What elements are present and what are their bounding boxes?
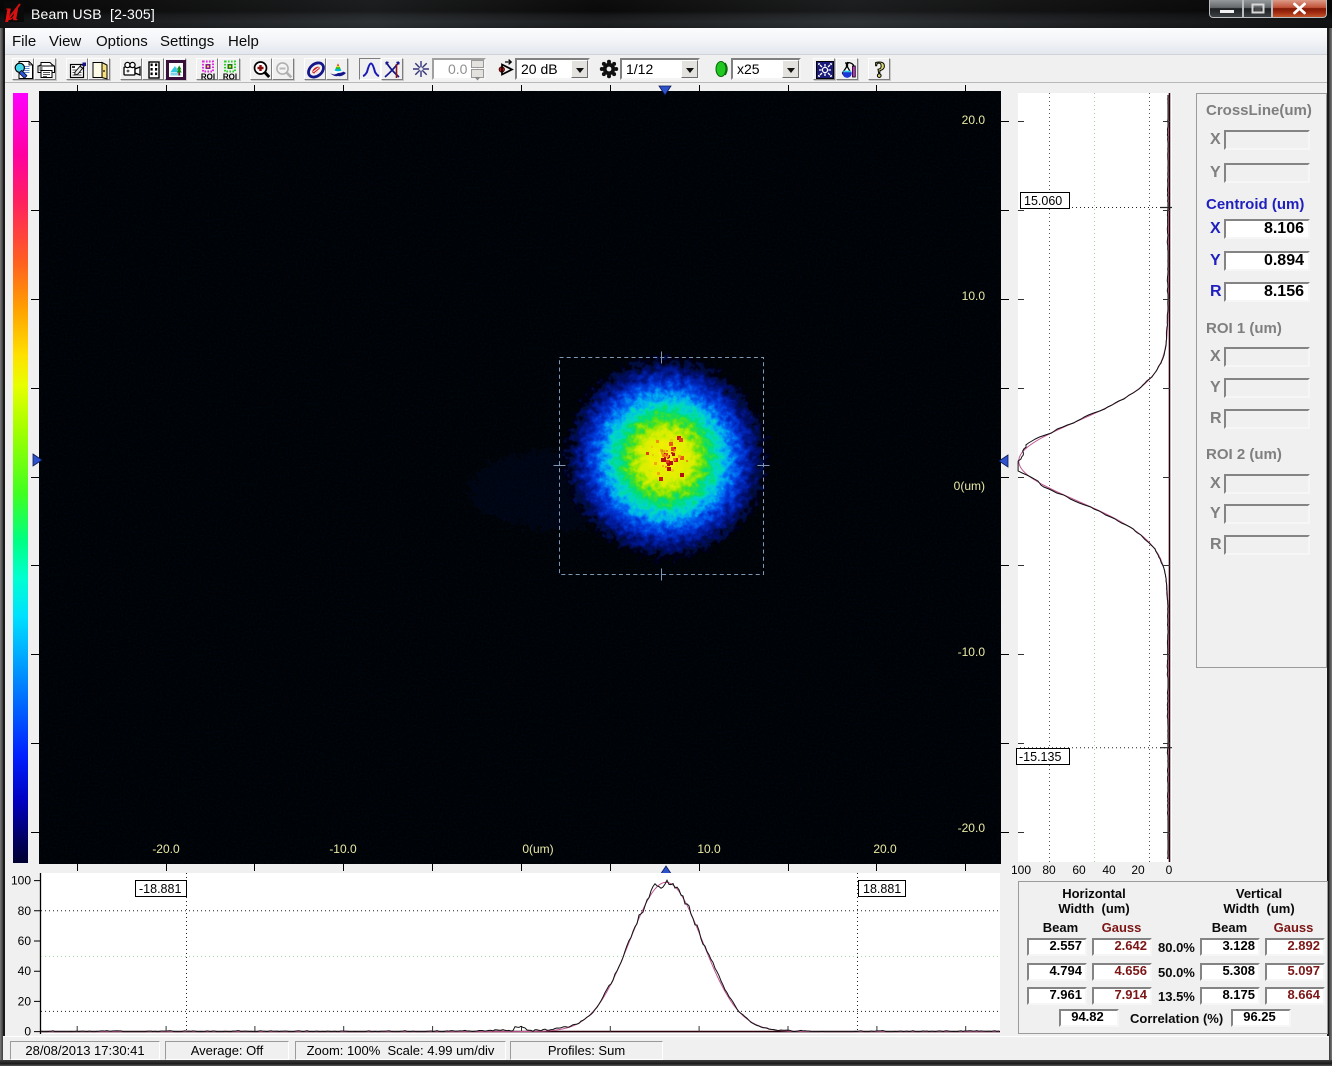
svg-text:20: 20 — [1131, 863, 1145, 877]
svg-text:0(um): 0(um) — [954, 479, 985, 493]
svg-text:-18.881: -18.881 — [139, 882, 181, 896]
svg-text:20.0: 20.0 — [962, 113, 986, 127]
svg-text:10.0: 10.0 — [697, 842, 721, 856]
svg-text:15.060: 15.060 — [1024, 194, 1062, 208]
svg-text:100: 100 — [11, 874, 31, 888]
svg-text:-10.0: -10.0 — [958, 645, 986, 659]
svg-text:100: 100 — [1012, 863, 1031, 877]
svg-text:60: 60 — [18, 934, 32, 948]
svg-text:?: ? — [874, 60, 886, 80]
svg-text:-10.0: -10.0 — [329, 842, 357, 856]
svg-text:-20.0: -20.0 — [958, 821, 986, 835]
svg-text:40: 40 — [18, 964, 32, 978]
svg-text:-20.0: -20.0 — [152, 842, 180, 856]
svg-text:20.0: 20.0 — [873, 842, 897, 856]
svg-text:18.881: 18.881 — [863, 882, 901, 896]
svg-text:0: 0 — [1166, 863, 1173, 877]
svg-text:80: 80 — [18, 904, 32, 918]
svg-text:ROI: ROI — [223, 73, 237, 81]
svg-text:μ: μ — [4, 2, 19, 22]
svg-text:80: 80 — [1042, 863, 1056, 877]
svg-text:-15.135: -15.135 — [1019, 750, 1061, 764]
svg-text:60: 60 — [1072, 863, 1086, 877]
svg-text:ROI: ROI — [201, 73, 215, 81]
svg-text:0(um): 0(um) — [522, 842, 553, 856]
svg-text:20: 20 — [18, 994, 32, 1008]
svg-text:40: 40 — [1102, 863, 1116, 877]
svg-text:10.0: 10.0 — [962, 289, 986, 303]
